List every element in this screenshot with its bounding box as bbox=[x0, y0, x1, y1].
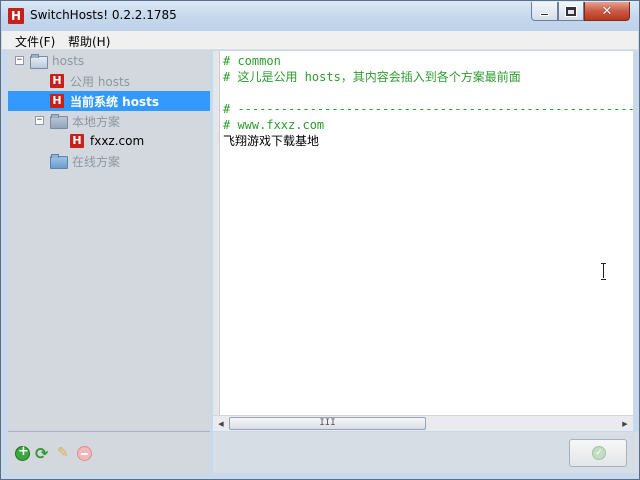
code-line: # common bbox=[223, 54, 281, 68]
collapse-toggle[interactable]: − bbox=[35, 116, 44, 125]
editor-footer: ✓ bbox=[213, 432, 639, 473]
tree-item-label: hosts bbox=[52, 54, 85, 68]
hosts-file-icon: H bbox=[50, 74, 64, 88]
minimize-icon bbox=[540, 12, 549, 16]
tree-item-fxxz[interactable]: H fxxz.com bbox=[8, 131, 210, 151]
delete-icon[interactable] bbox=[77, 446, 92, 461]
title-bar[interactable]: H SwitchHosts! 0.2.2.1785 ✕ bbox=[1, 1, 639, 31]
editor-content: # common # 这儿是公用 hosts，其内容会插入到各个方案最前面 # … bbox=[223, 53, 633, 149]
code-line: # --------------------------------------… bbox=[223, 102, 633, 116]
app-logo-icon: H bbox=[8, 8, 24, 24]
tree-item-label: 在线方案 bbox=[72, 154, 121, 169]
close-button[interactable]: ✕ bbox=[584, 2, 630, 21]
tree-item-label: 本地方案 bbox=[72, 114, 121, 129]
text-cursor-icon bbox=[601, 263, 607, 280]
window-title: SwitchHosts! 0.2.2.1785 bbox=[30, 8, 177, 22]
menu-bar: 文件(F) 帮助(H) bbox=[2, 31, 638, 50]
scroll-left-icon[interactable]: ◀ bbox=[214, 418, 228, 430]
scroll-right-icon[interactable]: ▶ bbox=[618, 418, 632, 430]
tree-item-hosts-root[interactable]: − hosts bbox=[8, 51, 210, 71]
folder-icon bbox=[30, 54, 48, 69]
edit-icon[interactable]: ✎ bbox=[57, 446, 72, 461]
minimize-button[interactable] bbox=[531, 2, 558, 21]
close-icon: ✕ bbox=[601, 3, 613, 19]
menu-help[interactable]: 帮助(H) bbox=[68, 33, 110, 50]
check-icon: ✓ bbox=[592, 446, 606, 460]
folder-icon bbox=[50, 154, 68, 169]
code-line: # www.fxxz.com bbox=[223, 118, 325, 132]
add-icon[interactable] bbox=[15, 444, 30, 461]
tree-toolbar: ⟳ ✎ bbox=[8, 431, 210, 473]
hosts-editor[interactable]: # common # 这儿是公用 hosts，其内容会插入到各个方案最前面 # … bbox=[213, 51, 633, 415]
tree-item-label: fxxz.com bbox=[90, 134, 145, 148]
scroll-thumb[interactable]: III bbox=[229, 417, 426, 430]
maximize-icon bbox=[566, 6, 576, 16]
maximize-button[interactable] bbox=[558, 2, 584, 21]
folder-icon bbox=[50, 114, 68, 129]
editor-gutter bbox=[213, 51, 220, 415]
refresh-icon[interactable]: ⟳ bbox=[35, 446, 50, 462]
tree-item-label: 公用 hosts bbox=[70, 74, 130, 89]
tree-item-label: 当前系统 hosts bbox=[70, 94, 159, 109]
horizontal-scrollbar[interactable]: ◀ III ▶ bbox=[213, 415, 633, 431]
code-line: 飞翔游戏下载基地 bbox=[223, 134, 320, 148]
save-button[interactable]: ✓ bbox=[569, 439, 627, 467]
tree-item-current-system-hosts[interactable]: H 当前系统 hosts bbox=[8, 91, 210, 111]
tree-item-common-hosts[interactable]: H 公用 hosts bbox=[8, 71, 210, 91]
hosts-file-icon: H bbox=[50, 94, 64, 108]
tree-item-local-group[interactable]: − 本地方案 bbox=[8, 111, 210, 131]
hosts-tree: − hosts H 公用 hosts H 当前系统 hosts − 本地方案 H… bbox=[8, 51, 210, 431]
hosts-file-icon: H bbox=[70, 134, 84, 148]
tree-item-online-group[interactable]: 在线方案 bbox=[8, 151, 210, 171]
collapse-toggle[interactable]: − bbox=[15, 56, 24, 65]
app-window: H SwitchHosts! 0.2.2.1785 ✕ 文件(F) 帮助(H) … bbox=[0, 0, 640, 480]
menu-file[interactable]: 文件(F) bbox=[15, 33, 55, 50]
code-line: # 这儿是公用 hosts，其内容会插入到各个方案最前面 bbox=[223, 70, 521, 84]
